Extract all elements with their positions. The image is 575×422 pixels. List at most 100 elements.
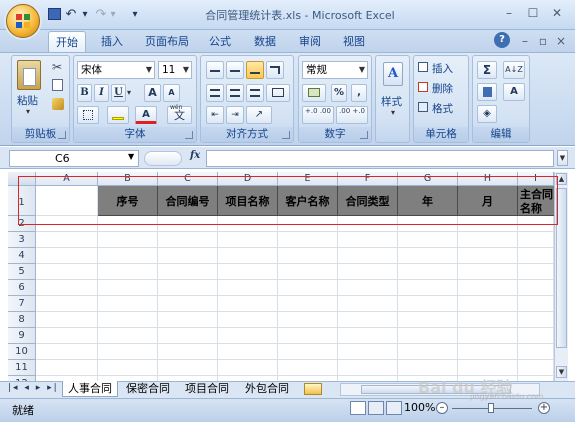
grid-cell[interactable] [338, 232, 398, 248]
row-header[interactable]: 10 [8, 344, 36, 360]
redo-dropdown-icon[interactable]: ▾ [108, 7, 118, 22]
grid-cell[interactable] [518, 216, 554, 232]
grid-cell[interactable] [398, 264, 458, 280]
insert-sheet-icon[interactable] [304, 383, 322, 395]
zoom-slider-thumb[interactable] [488, 403, 494, 413]
grid-cell[interactable] [36, 328, 98, 344]
grid-cell[interactable] [458, 232, 518, 248]
increase-indent-button[interactable]: ⇥ [226, 106, 244, 124]
align-bottom-button[interactable] [246, 61, 264, 79]
grid-cell[interactable] [278, 296, 338, 312]
workbook-restore-button[interactable]: ▫ [534, 32, 552, 50]
worksheet-grid[interactable]: A B C D E F G H I 1 序号 合同编号 项目名称 客户名称 合同类型年月主合同名称 2 3 4 5 6… [8, 172, 554, 381]
format-cells-icon[interactable] [418, 102, 428, 112]
column-header[interactable]: D [218, 172, 278, 186]
underline-button[interactable]: U [111, 84, 126, 102]
column-header[interactable]: G [398, 172, 458, 186]
grid-cell[interactable] [398, 296, 458, 312]
name-box[interactable]: C6 [9, 150, 139, 167]
tab-insert[interactable]: 插入 [94, 31, 130, 52]
row-header[interactable]: 2 [8, 216, 36, 232]
grid-cell[interactable] [518, 248, 554, 264]
row-header[interactable]: 4 [8, 248, 36, 264]
scroll-down-icon[interactable]: ▼ [556, 366, 567, 378]
tab-page-layout[interactable]: 页面布局 [138, 31, 196, 52]
grid-cell[interactable] [278, 280, 338, 296]
grid-cell[interactable] [36, 296, 98, 312]
grid-cell[interactable] [338, 360, 398, 376]
close-button[interactable]: ✕ [548, 4, 566, 22]
help-icon[interactable]: ? [494, 32, 510, 48]
grid-cell[interactable] [518, 296, 554, 312]
styles-dropdown-icon[interactable]: ▾ [391, 108, 395, 117]
grid-cell[interactable] [158, 328, 218, 344]
grid-cell[interactable] [98, 216, 158, 232]
styles-button[interactable]: 样式 [381, 94, 402, 109]
save-icon[interactable] [48, 8, 61, 20]
header-cell[interactable]: 项目名称 [218, 186, 278, 216]
number-launcher-icon[interactable] [360, 131, 368, 139]
font-size-combo[interactable]: 11 ▼ [158, 61, 192, 79]
grid-cell[interactable] [218, 248, 278, 264]
workbook-close-button[interactable]: × [552, 32, 570, 50]
grid-cell[interactable] [98, 360, 158, 376]
office-button[interactable] [6, 4, 40, 38]
column-header[interactable]: F [338, 172, 398, 186]
cut-icon[interactable]: ✂ [52, 60, 62, 74]
grid-cell[interactable] [518, 312, 554, 328]
grid-cell[interactable] [218, 312, 278, 328]
align-top-button[interactable] [206, 61, 224, 79]
vertical-scroll-thumb[interactable] [556, 188, 567, 348]
font-launcher-icon[interactable] [185, 131, 193, 139]
grid-cell[interactable] [518, 360, 554, 376]
shrink-font-button[interactable]: A [163, 84, 180, 102]
grid-cell[interactable] [98, 328, 158, 344]
underline-dropdown-icon[interactable]: ▾ [127, 88, 131, 97]
grid-cell[interactable] [98, 232, 158, 248]
sheet-nav-icons[interactable]: |◂ ◂ ▸ ▸| [8, 383, 59, 393]
grid-cell[interactable] [278, 360, 338, 376]
grid-cell[interactable] [278, 232, 338, 248]
grid-cell[interactable] [218, 344, 278, 360]
scroll-up-icon[interactable]: ▲ [556, 173, 567, 185]
grid-cell[interactable] [36, 216, 98, 232]
header-cell[interactable]: 合同类型 [338, 186, 398, 216]
autosum-button[interactable]: Σ [477, 61, 497, 79]
grid-cell[interactable] [458, 264, 518, 280]
grid-cell[interactable] [458, 280, 518, 296]
header-cell[interactable] [36, 186, 98, 216]
grid-cell[interactable] [338, 328, 398, 344]
increase-decimal-button[interactable]: +.0 .00 [302, 106, 334, 124]
column-header[interactable]: I [518, 172, 554, 186]
grid-cell[interactable] [218, 264, 278, 280]
paste-button[interactable]: 粘贴 [17, 93, 38, 108]
grid-cell[interactable] [338, 264, 398, 280]
grid-cell[interactable] [98, 264, 158, 280]
grid-cell[interactable] [338, 248, 398, 264]
clipboard-launcher-icon[interactable] [58, 131, 66, 139]
grid-cell[interactable] [458, 312, 518, 328]
align-center-button[interactable] [226, 84, 244, 102]
grid-cell[interactable] [458, 296, 518, 312]
fill-button[interactable] [477, 83, 497, 101]
zoom-level[interactable]: 100% [404, 401, 435, 414]
grid-cell[interactable] [338, 296, 398, 312]
undo-dropdown-icon[interactable]: ▾ [80, 7, 90, 22]
grid-cell[interactable] [458, 344, 518, 360]
decrease-indent-button[interactable]: ⇤ [206, 106, 224, 124]
wrap-text-button[interactable] [266, 61, 284, 79]
grid-cell[interactable] [98, 296, 158, 312]
grid-cell[interactable] [158, 216, 218, 232]
grid-cell[interactable] [458, 248, 518, 264]
header-cell[interactable]: 月 [458, 186, 518, 216]
grid-cell[interactable] [518, 264, 554, 280]
header-cell[interactable]: 年 [398, 186, 458, 216]
grid-cell[interactable] [518, 344, 554, 360]
column-header[interactable]: E [278, 172, 338, 186]
sheet-tab-1[interactable]: 人事合同 [62, 381, 118, 397]
column-header[interactable]: B [98, 172, 158, 186]
grid-cell[interactable] [398, 232, 458, 248]
grid-cell[interactable] [218, 216, 278, 232]
grid-cell[interactable] [98, 280, 158, 296]
row-header[interactable]: 5 [8, 264, 36, 280]
